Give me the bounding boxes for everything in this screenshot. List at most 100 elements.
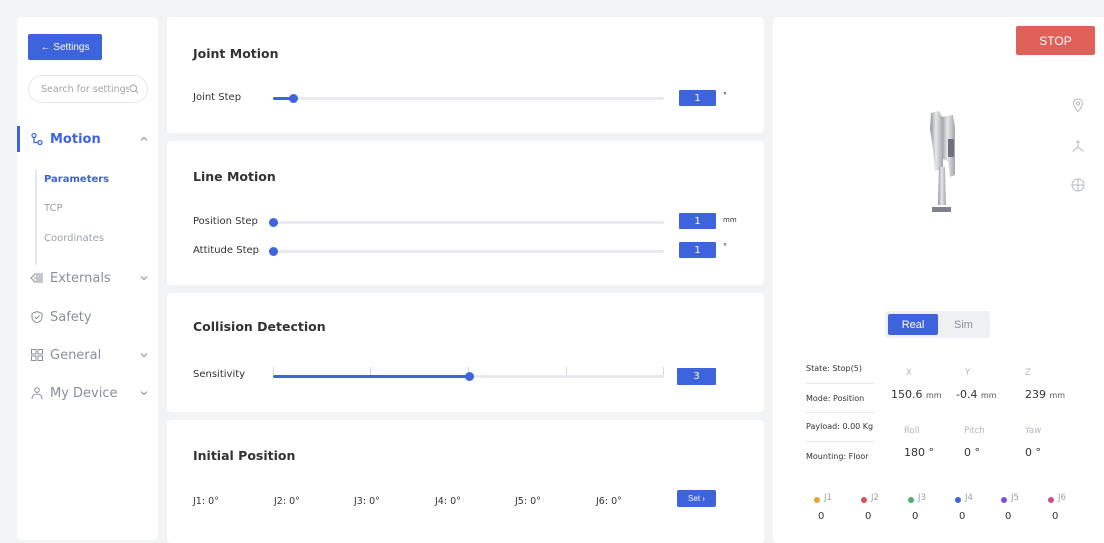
real-mode-button[interactable]: Real: [888, 314, 938, 335]
position-step-value[interactable]: 1: [679, 213, 716, 229]
joint-initial-j4: J4: 0°: [435, 496, 461, 507]
roll-value: 180 °: [904, 446, 934, 459]
subnav-item-parameters[interactable]: Parameters: [44, 174, 109, 185]
sidebar-item-motion[interactable]: Motion: [17, 126, 158, 152]
joint-color-dot: [955, 497, 961, 503]
sidebar-item-externals[interactable]: Externals: [17, 265, 158, 291]
mode-text: Mode: Position: [806, 394, 865, 403]
slider-fill: [273, 375, 469, 378]
user-icon: [31, 387, 43, 400]
crosshair-icon[interactable]: [1070, 177, 1086, 193]
motion-icon: [31, 132, 43, 146]
sim-mode-button[interactable]: Sim: [940, 314, 987, 335]
joint-initial-j5: J5: 0°: [515, 496, 541, 507]
chevron-down-icon[interactable]: [140, 389, 148, 397]
position-step-label: Position Step: [193, 216, 258, 227]
line-motion-card: Line Motion Position Step 1 mm Attitude …: [167, 141, 764, 285]
payload-text: Payload: 0.00 Kg: [806, 422, 874, 431]
y-value: -0.4 mm: [956, 388, 997, 401]
real-sim-toggle: Real Sim: [885, 311, 990, 338]
collision-detection-card: Collision Detection Sensitivity 3: [167, 293, 764, 412]
roll-label: Roll: [904, 426, 920, 436]
subnav-item-tcp[interactable]: TCP: [44, 203, 63, 214]
subnav-item-coordinates[interactable]: Coordinates: [44, 233, 104, 244]
joint-initial-j1: J1: 0°: [193, 496, 219, 507]
joint-label: J6: [1058, 493, 1066, 503]
slider-tick: [566, 367, 567, 375]
pitch-value: 0 °: [964, 446, 980, 459]
slider-thumb[interactable]: [269, 218, 278, 227]
position-step-unit: mm: [723, 216, 737, 224]
yaw-value: 0 °: [1025, 446, 1041, 459]
slider-thumb[interactable]: [269, 247, 278, 256]
position-step-slider[interactable]: [269, 218, 664, 227]
slider-tick: [273, 367, 274, 375]
yaw-label: Yaw: [1025, 426, 1042, 436]
back-to-settings-button[interactable]: ← Settings: [28, 34, 102, 60]
chevron-up-icon[interactable]: [140, 135, 148, 143]
card-title: Line Motion: [193, 169, 276, 184]
settings-sidebar: ← Settings Motion Parameters TCP Coordin…: [17, 17, 158, 540]
slider-thumb[interactable]: [288, 94, 298, 103]
robot-model-image: [930, 111, 955, 212]
set-initial-position-button[interactable]: Set ›: [677, 490, 716, 507]
search-icon[interactable]: [129, 84, 139, 94]
joint-value: 0: [912, 511, 919, 522]
joint-initial-j2: J2: 0°: [274, 496, 300, 507]
divider: [806, 412, 874, 413]
card-title: Joint Motion: [193, 46, 279, 61]
active-indicator: [17, 126, 20, 152]
state-text: State: Stop(5): [806, 364, 862, 373]
joint-initial-j6: J6: 0°: [596, 496, 622, 507]
sidebar-item-label: Externals: [50, 270, 111, 286]
attitude-step-value[interactable]: 1: [679, 242, 716, 258]
mounting-text: Mounting: Floor: [806, 452, 869, 461]
sidebar-item-label: Motion: [50, 131, 101, 147]
axes-icon[interactable]: [1070, 139, 1086, 155]
robot-view-panel: STOP Real Sim State: Stop(5) Mode: Posit…: [773, 17, 1104, 543]
joint-step-label: Joint Step: [193, 92, 242, 103]
slider-thumb[interactable]: [464, 372, 474, 381]
pitch-label: Pitch: [964, 426, 985, 436]
chevron-down-icon[interactable]: [140, 274, 148, 282]
settings-search[interactable]: [28, 75, 148, 103]
joint-color-dot: [1001, 497, 1007, 503]
joint-step-unit: °: [723, 91, 727, 100]
stop-button[interactable]: STOP: [1016, 26, 1095, 55]
externals-icon: [30, 273, 43, 283]
sidebar-item-label: General: [50, 347, 102, 363]
x-value: 150.6 mm: [891, 388, 942, 401]
joint-value: 0: [959, 511, 966, 522]
settings-search-input[interactable]: [41, 83, 129, 95]
sidebar-item-label: My Device: [50, 385, 118, 401]
joint-label: J3: [918, 493, 926, 503]
sensitivity-slider[interactable]: [273, 367, 664, 381]
joint-step-value[interactable]: 1: [679, 90, 716, 106]
sidebar-item-my-device[interactable]: My Device: [17, 380, 158, 406]
joint-label: J4: [965, 493, 973, 503]
x-label: X: [906, 368, 912, 378]
sidebar-item-safety[interactable]: Safety: [17, 304, 158, 330]
card-title: Collision Detection: [193, 319, 326, 334]
joint-step-slider[interactable]: [273, 94, 664, 103]
slider-tick: [370, 367, 371, 375]
card-title: Initial Position: [193, 448, 296, 463]
joint-color-dot: [908, 497, 914, 503]
y-label: Y: [965, 368, 971, 378]
joint-motion-card: Joint Motion Joint Step 1 °: [167, 17, 764, 133]
joint-initial-j3: J3: 0°: [354, 496, 380, 507]
sensitivity-value[interactable]: 3: [677, 368, 716, 385]
attitude-step-slider[interactable]: [269, 247, 664, 256]
location-pin-icon[interactable]: [1070, 97, 1086, 113]
joint-color-dot: [861, 497, 867, 503]
sidebar-item-general[interactable]: General: [17, 342, 158, 368]
initial-position-card: Initial Position J1: 0° J2: 0° J3: 0° J4…: [167, 420, 764, 543]
shield-icon: [31, 310, 43, 324]
joint-color-dot: [814, 497, 820, 503]
joint-value: 0: [865, 511, 872, 522]
slider-tick: [663, 367, 664, 375]
attitude-step-unit: °: [723, 242, 727, 251]
chevron-down-icon[interactable]: [140, 351, 148, 359]
z-value: 239 mm: [1025, 388, 1066, 401]
attitude-step-label: Attitude Step: [193, 245, 259, 256]
